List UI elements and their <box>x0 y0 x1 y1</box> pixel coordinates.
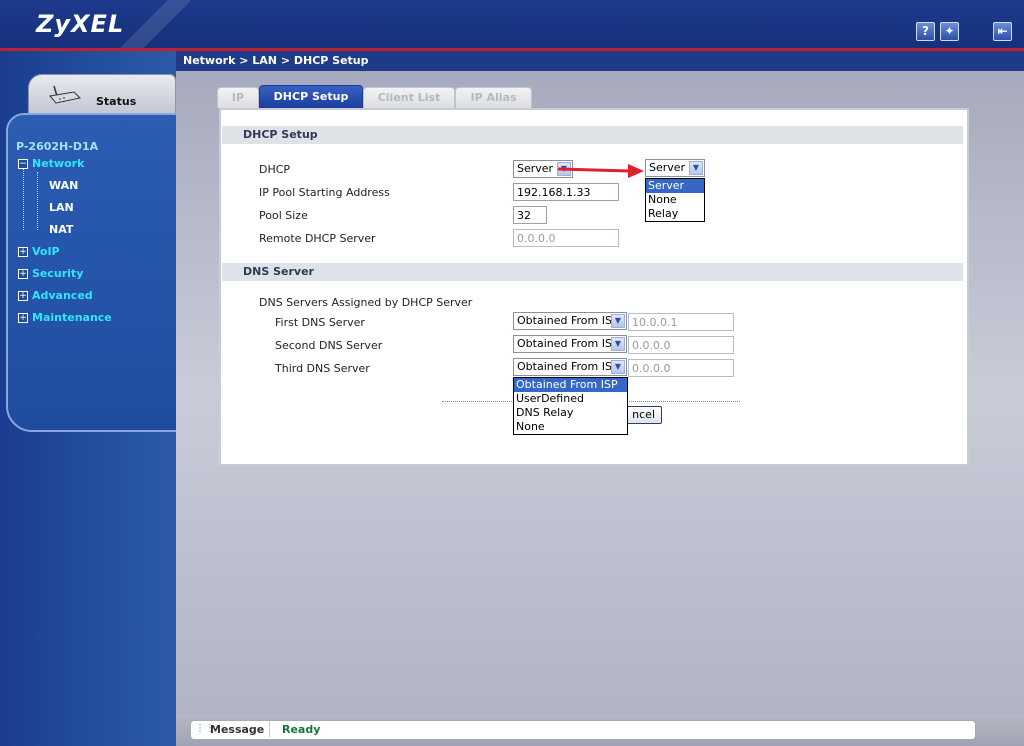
nav-lan[interactable]: LAN <box>49 201 74 214</box>
dns-option-none[interactable]: None <box>514 420 627 434</box>
nav-network[interactable]: Network <box>32 157 84 170</box>
nav-wan[interactable]: WAN <box>49 179 78 192</box>
help-icon[interactable]: ? <box>916 22 935 41</box>
tree-line <box>37 172 38 230</box>
third-dns-dropdown-list: Obtained From ISP UserDefined DNS Relay … <box>513 377 628 435</box>
annotation-arrow-icon <box>557 164 644 178</box>
message-separator <box>269 721 270 737</box>
dhcp-select-value: Server <box>517 162 554 175</box>
header-decoration <box>120 0 190 48</box>
status-label[interactable]: Status <box>96 95 136 108</box>
router-icon <box>49 85 82 104</box>
breadcrumb: Network > LAN > DHCP Setup <box>183 54 369 67</box>
third-dns-ip-input[interactable]: 0.0.0.0 <box>628 359 734 377</box>
expand-advanced-icon[interactable]: + <box>18 291 28 301</box>
tree-line <box>23 168 24 230</box>
third-dns-label: Third DNS Server <box>275 362 370 375</box>
nav-advanced[interactable]: Advanced <box>32 289 93 302</box>
logout-icon[interactable]: ⇤ <box>993 22 1012 41</box>
second-dns-mode-value: Obtained From ISP <box>517 337 619 350</box>
message-label: Message <box>210 723 265 736</box>
wizard-icon[interactable]: ✦ <box>940 22 959 41</box>
first-dns-mode-select[interactable]: Obtained From ISP ▼ <box>513 312 627 330</box>
tab-ip-alias[interactable]: IP Alias <box>455 87 532 108</box>
expand-voip-icon[interactable]: + <box>18 247 28 257</box>
pool-start-input[interactable]: 192.168.1.33 <box>513 183 619 201</box>
section-dhcp-setup: DHCP Setup <box>222 126 963 144</box>
remote-dhcp-input[interactable]: 0.0.0.0 <box>513 229 619 247</box>
device-name: P-2602H-D1A <box>16 140 99 153</box>
tab-dhcp-setup[interactable]: DHCP Setup <box>259 85 363 108</box>
expand-security-icon[interactable]: + <box>18 269 28 279</box>
second-dns-mode-select[interactable]: Obtained From ISP ▼ <box>513 335 627 353</box>
section-dns-server: DNS Server <box>222 263 963 281</box>
dns-assigned-label: DNS Servers Assigned by DHCP Server <box>259 296 473 309</box>
zyxel-logo: ZyXEL <box>36 10 125 38</box>
first-dns-label: First DNS Server <box>275 316 365 329</box>
dhcp-label: DHCP <box>259 163 291 176</box>
tab-client-list[interactable]: Client List <box>363 87 455 108</box>
pool-size-label: Pool Size <box>259 209 308 222</box>
dns-option-obtained-from-isp[interactable]: Obtained From ISP <box>514 378 627 392</box>
dhcp-option-relay[interactable]: Relay <box>646 207 704 221</box>
dhcp-option-none[interactable]: None <box>646 193 704 207</box>
chevron-down-icon: ▼ <box>611 337 625 351</box>
nav-security[interactable]: Security <box>32 267 83 280</box>
third-dns-mode-value: Obtained From ISP <box>517 360 619 373</box>
second-dns-ip-input[interactable]: 0.0.0.0 <box>628 336 734 354</box>
dhcp-select-open-value: Server <box>649 161 686 174</box>
dns-option-userdefined[interactable]: UserDefined <box>514 392 627 406</box>
message-text: Ready <box>282 723 321 736</box>
first-dns-mode-value: Obtained From ISP <box>517 314 619 327</box>
third-dns-mode-select[interactable]: Obtained From ISP ▼ <box>513 358 627 376</box>
nav-maintenance[interactable]: Maintenance <box>32 311 112 324</box>
second-dns-label: Second DNS Server <box>275 339 383 352</box>
remote-dhcp-label: Remote DHCP Server <box>259 232 376 245</box>
dhcp-dropdown-list: Server None Relay <box>645 178 705 222</box>
nav-voip[interactable]: VoIP <box>32 245 60 258</box>
chevron-down-icon: ▼ <box>689 161 703 175</box>
pool-start-label: IP Pool Starting Address <box>259 186 390 199</box>
chevron-down-icon: ▼ <box>611 360 625 374</box>
chevron-down-icon: ▼ <box>611 314 625 328</box>
nav-nat[interactable]: NAT <box>49 223 73 236</box>
pool-size-input[interactable]: 32 <box>513 206 547 224</box>
tab-ip[interactable]: IP <box>217 87 259 108</box>
expand-maintenance-icon[interactable]: + <box>18 313 28 323</box>
dhcp-option-server[interactable]: Server <box>646 179 704 193</box>
collapse-network-icon[interactable]: − <box>18 159 28 169</box>
dns-option-dns-relay[interactable]: DNS Relay <box>514 406 627 420</box>
dhcp-select-open[interactable]: Server ▼ <box>645 159 705 177</box>
first-dns-ip-input[interactable]: 10.0.0.1 <box>628 313 734 331</box>
